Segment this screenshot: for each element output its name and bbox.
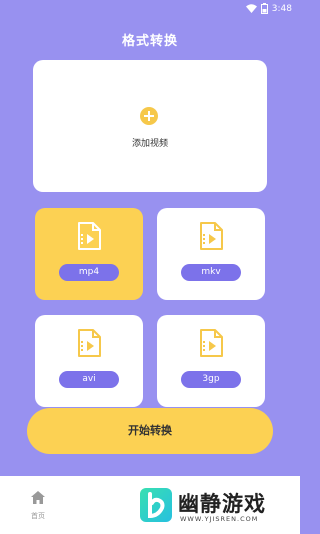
format-label-mkv: mkv <box>181 264 241 281</box>
video-file-icon <box>78 222 101 250</box>
page-title: 格式转换 <box>121 34 178 49</box>
status-time: 3:48 <box>271 3 292 14</box>
watermark: 幽静游戏 WWW.YJISREN.COM <box>140 488 294 528</box>
plus-icon[interactable] <box>140 107 158 125</box>
watermark-url: WWW.YJISREN.COM <box>180 515 259 523</box>
nav-home[interactable]: 首页 <box>25 489 51 520</box>
format-label-3gp: 3gp <box>181 371 241 388</box>
start-convert-button[interactable]: 开始转换 <box>27 408 273 454</box>
add-video-label: 添加视频 <box>131 139 168 149</box>
video-file-icon <box>200 222 223 250</box>
battery-icon <box>260 3 268 14</box>
watermark-logo <box>140 488 172 522</box>
watermark-text: 幽静游戏 <box>178 492 266 516</box>
format-card-mkv[interactable]: mkv <box>157 208 265 300</box>
format-label-avi: avi <box>59 371 119 388</box>
video-file-icon <box>200 329 223 357</box>
logo-icon <box>148 492 165 519</box>
format-card-mp4[interactable]: mp4 <box>35 208 143 300</box>
add-video-card[interactable]: 添加视频 <box>33 60 267 192</box>
status-icons: 3:48 <box>245 3 292 14</box>
nav-home-label: 首页 <box>31 512 45 520</box>
format-card-3gp[interactable]: 3gp <box>157 315 265 407</box>
wifi-icon <box>245 4 257 13</box>
format-card-avi[interactable]: avi <box>35 315 143 407</box>
format-label-mp4: mp4 <box>59 264 119 281</box>
home-icon <box>31 491 45 504</box>
status-bar: 3:48 <box>0 0 300 18</box>
video-file-icon <box>78 329 101 357</box>
